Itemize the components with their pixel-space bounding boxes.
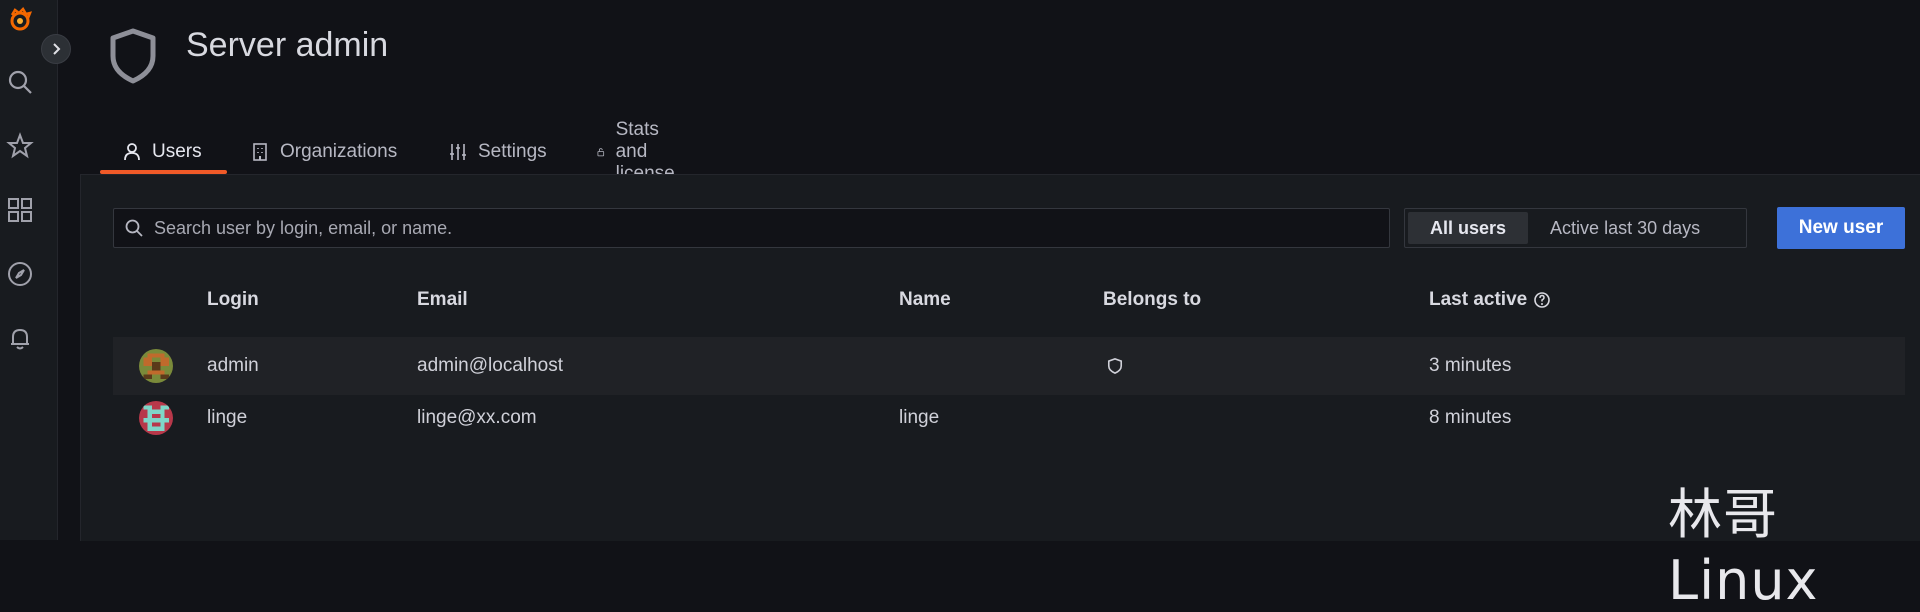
avatar (139, 395, 173, 441)
cell-login: admin (207, 355, 259, 376)
column-header-name[interactable]: Name (899, 285, 951, 315)
tab-users[interactable]: Users (122, 130, 202, 174)
shield-icon (108, 28, 158, 84)
watermark: 林哥Linux (1668, 483, 1819, 612)
cell-email: admin@localhost (417, 355, 564, 376)
tab-label: Settings (478, 141, 547, 162)
star-icon[interactable] (0, 126, 40, 166)
cell-email: linge@xx.com (417, 407, 537, 428)
tab-label: Users (152, 141, 202, 162)
chevron-right-icon (53, 43, 61, 55)
expand-sidebar-button[interactable] (41, 34, 71, 64)
cell-belongs-to (1107, 337, 1123, 395)
page-title: Server admin (186, 26, 389, 64)
search-icon[interactable] (0, 62, 40, 102)
grafana-logo-icon[interactable] (0, 0, 40, 40)
table-row[interactable]: linge linge@xx.com linge 8 minutes (113, 395, 1905, 441)
cell-name: linge (899, 407, 940, 428)
tab-stats-and-license[interactable]: Stats and license (596, 119, 685, 184)
tab-organizations[interactable]: Organizations (250, 130, 397, 174)
sliders-icon (450, 144, 466, 160)
column-header-last-active[interactable]: Last active (1429, 285, 1551, 315)
filter-active-last-30-days[interactable]: Active last 30 days (1528, 212, 1722, 244)
building-icon (253, 143, 267, 161)
search-input[interactable] (152, 216, 1389, 240)
tab-settings[interactable]: Settings (448, 130, 547, 174)
user-filter-toggle: All users Active last 30 days (1404, 208, 1747, 248)
shield-icon (1107, 358, 1123, 374)
dashboards-icon[interactable] (0, 190, 40, 230)
lock-icon (597, 148, 605, 157)
column-header-email[interactable]: Email (417, 285, 468, 315)
table-row[interactable]: admin admin@localhost 3 minutes (113, 337, 1905, 395)
column-header-login[interactable]: Login (207, 285, 259, 315)
tab-label: Organizations (280, 141, 398, 162)
filter-all-users[interactable]: All users (1408, 212, 1529, 244)
sidebar (0, 0, 58, 540)
cell-last-active: 3 minutes (1429, 355, 1512, 376)
users-panel: All users Active last 30 days New user L… (80, 174, 1920, 541)
compass-icon[interactable] (0, 254, 40, 294)
search-box[interactable] (113, 208, 1390, 248)
search-icon (125, 219, 143, 237)
new-user-button[interactable]: New user (1777, 207, 1905, 249)
cell-last-active: 8 minutes (1429, 407, 1512, 428)
user-icon (124, 143, 140, 161)
bell-icon[interactable] (0, 318, 40, 358)
cell-login: linge (207, 407, 248, 428)
column-header-belongs-to[interactable]: Belongs to (1103, 285, 1201, 315)
column-header-label: Last active (1429, 289, 1528, 310)
help-icon[interactable] (1533, 291, 1551, 309)
avatar (139, 337, 173, 395)
